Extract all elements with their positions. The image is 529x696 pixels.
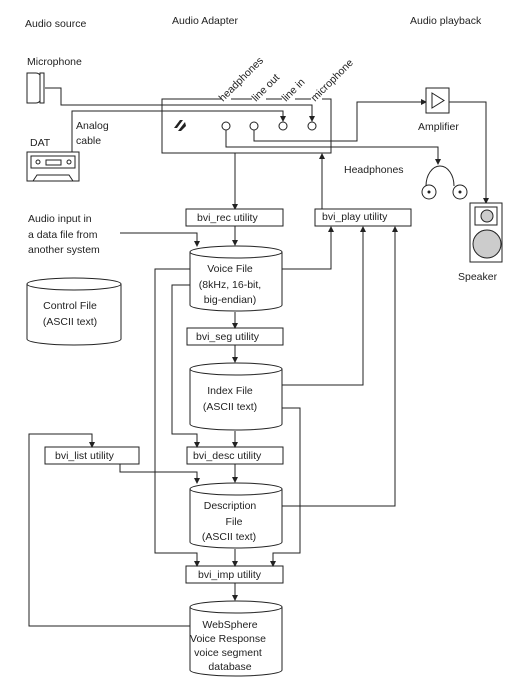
svg-text:bvi_rec utility: bvi_rec utility: [197, 212, 258, 224]
svg-text:bvi_imp utility: bvi_imp utility: [198, 569, 262, 581]
microphone-jack[interactable]: [307, 121, 317, 131]
bvi-imp-utility: bvi_imp utility: [185, 565, 284, 584]
audio-input-arrow: [120, 232, 200, 247]
svg-text:voice segment: voice segment: [194, 647, 262, 659]
amplifier-icon: [425, 87, 450, 114]
svg-text:Voice File: Voice File: [207, 263, 253, 275]
audio-input-note-2: a data file from: [28, 229, 98, 241]
voice-segment-database-cylinder: WebSphere Voice Response voice segment d…: [189, 600, 283, 677]
svg-text:(ASCII text): (ASCII text): [203, 401, 257, 413]
svg-text:bvi_list utility: bvi_list utility: [55, 450, 115, 462]
svg-text:bvi_desc utility: bvi_desc utility: [193, 450, 262, 462]
dat-label: DAT: [30, 137, 51, 149]
audio-adapter: [161, 98, 332, 154]
svg-text:Control File: Control File: [43, 300, 97, 312]
header-audio-playback: Audio playback: [410, 15, 482, 27]
headphones-jack[interactable]: [221, 121, 231, 131]
port-label-line-in: line in: [280, 76, 308, 104]
svg-text:bvi_play utility: bvi_play utility: [322, 211, 388, 223]
index-to-play: [282, 226, 366, 386]
audio-input-note-3: another system: [28, 244, 100, 256]
microphone-cable: [45, 87, 315, 122]
list-to-description: [119, 464, 200, 484]
headphones-label: Headphones: [344, 164, 404, 176]
analog-cable-label-2: cable: [76, 135, 101, 147]
line-out-jack[interactable]: [249, 121, 259, 131]
description-file-cylinder: Description File (ASCII text): [189, 482, 283, 549]
svg-text:(ASCII text): (ASCII text): [43, 316, 97, 328]
bvi-list-utility: bvi_list utility: [44, 446, 140, 465]
svg-text:Index File: Index File: [207, 385, 253, 397]
speaker-icon: [469, 202, 503, 263]
bvi-rec-utility: bvi_rec utility: [185, 208, 284, 227]
voice-to-play: [282, 226, 334, 270]
port-label-microphone: microphone: [309, 57, 356, 104]
bvi-desc-utility: bvi_desc utility: [186, 446, 284, 465]
voice-file-cylinder: Voice File (8kHz, 16-bit, big-endian): [189, 245, 283, 312]
bvi-play-utility: bvi_play utility: [314, 208, 412, 227]
adapter-logo-icon: [174, 120, 186, 131]
audio-input-note-1: Audio input in: [28, 213, 92, 225]
headphones-cable: [225, 130, 441, 165]
headphones-icon: [421, 165, 468, 200]
svg-text:database: database: [208, 661, 251, 673]
svg-text:(ASCII text): (ASCII text): [202, 531, 256, 543]
control-file-cylinder: Control File (ASCII text): [26, 277, 122, 346]
svg-text:WebSphere: WebSphere: [202, 619, 257, 631]
svg-text:bvi_seg utility: bvi_seg utility: [196, 331, 260, 343]
speaker-label: Speaker: [458, 271, 498, 283]
svg-text:Description: Description: [204, 500, 257, 512]
line-in-jack[interactable]: [278, 121, 288, 131]
bvi-seg-utility: bvi_seg utility: [186, 327, 284, 346]
audio-flow-diagram: Audio source Audio Adapter Audio playbac…: [25, 15, 503, 677]
index-file-cylinder: Index File (ASCII text): [189, 362, 283, 431]
microphone-icon: [26, 72, 45, 104]
svg-text:File: File: [226, 516, 243, 528]
analog-cable-label-1: Analog: [76, 120, 109, 132]
svg-text:Voice Response: Voice Response: [190, 633, 266, 645]
microphone-label: Microphone: [27, 56, 82, 68]
header-audio-adapter: Audio Adapter: [172, 15, 238, 27]
dat-cassette-icon: [26, 151, 80, 182]
amplifier-label: Amplifier: [418, 121, 459, 133]
svg-text:big-endian): big-endian): [204, 294, 257, 306]
line-out-cable: [253, 99, 427, 142]
svg-text:(8kHz, 16-bit,: (8kHz, 16-bit,: [199, 279, 261, 291]
header-audio-source: Audio source: [25, 18, 86, 30]
